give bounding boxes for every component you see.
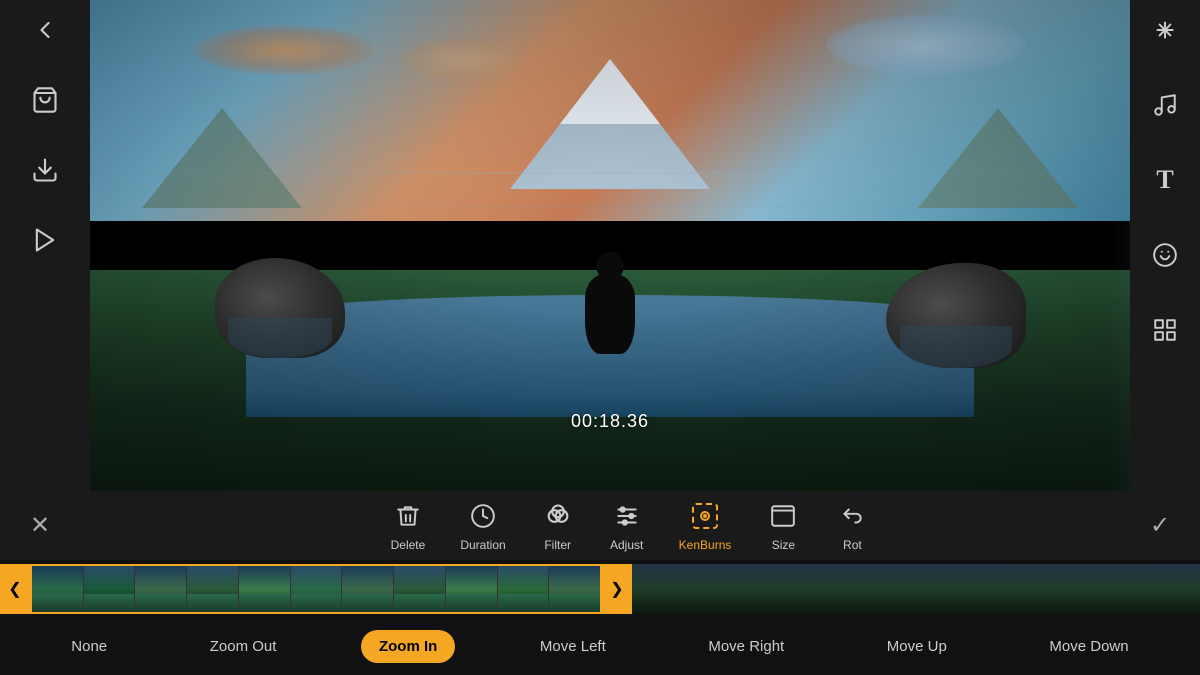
delete-icon <box>391 499 425 533</box>
duration-tool[interactable]: Duration <box>460 499 505 552</box>
main-area: 00:18.36 T <box>0 0 1200 491</box>
timeline-left-arrow[interactable]: ❮ <box>0 564 30 614</box>
kenburns-icon <box>688 499 722 533</box>
timeline-frames <box>30 564 602 614</box>
rot-tool[interactable]: Rot <box>835 499 869 552</box>
move-up-option[interactable]: Move Up <box>869 630 965 663</box>
layout-button[interactable] <box>1145 310 1185 350</box>
timeline-extra <box>632 564 1200 614</box>
text-button[interactable]: T <box>1145 160 1185 200</box>
frame-9 <box>446 566 498 612</box>
timeline-right-arrow[interactable]: ❯ <box>602 564 632 614</box>
frame-3 <box>135 566 187 612</box>
frame-8 <box>394 566 446 612</box>
duration-label: Duration <box>460 538 505 552</box>
magic-button[interactable] <box>1145 10 1185 50</box>
download-button[interactable] <box>25 150 65 190</box>
frame-6 <box>291 566 343 612</box>
frame-2 <box>84 566 136 612</box>
size-label: Size <box>772 538 795 552</box>
video-timestamp: 00:18.36 <box>571 411 649 432</box>
timeline-strip: ❮ ❯ <box>0 560 1200 618</box>
rot-icon <box>835 499 869 533</box>
zoom-in-option[interactable]: Zoom In <box>361 630 455 663</box>
video-preview: 00:18.36 <box>90 0 1130 491</box>
close-button[interactable]: ✕ <box>20 506 60 546</box>
frame-11 <box>549 566 600 612</box>
filter-tool[interactable]: Filter <box>541 499 575 552</box>
toolbar-left: ✕ <box>20 506 60 546</box>
kenburns-tool[interactable]: KenBurns <box>679 499 732 552</box>
delete-tool[interactable]: Delete <box>391 499 426 552</box>
none-option[interactable]: None <box>53 630 125 663</box>
move-down-option[interactable]: Move Down <box>1031 630 1146 663</box>
music-button[interactable] <box>1145 85 1185 125</box>
size-tool[interactable]: Size <box>766 499 800 552</box>
adjust-label: Adjust <box>610 538 643 552</box>
move-right-option[interactable]: Move Right <box>690 630 802 663</box>
filter-icon <box>541 499 575 533</box>
shop-button[interactable] <box>25 80 65 120</box>
play-button[interactable] <box>25 220 65 260</box>
adjust-tool[interactable]: Adjust <box>610 499 644 552</box>
back-button[interactable] <box>25 10 65 50</box>
person-silhouette <box>585 274 635 354</box>
right-sidebar: T <box>1130 0 1200 491</box>
left-sidebar <box>0 0 90 491</box>
kenburns-label: KenBurns <box>679 538 732 552</box>
toolbar-items: Delete Duration <box>391 499 870 552</box>
emoji-button[interactable] <box>1145 235 1185 275</box>
zoom-out-option[interactable]: Zoom Out <box>192 630 295 663</box>
duration-icon <box>466 499 500 533</box>
bottom-panel: ✕ Delete <box>0 491 1200 675</box>
move-left-option[interactable]: Move Left <box>522 630 624 663</box>
check-button[interactable]: ✓ <box>1140 506 1180 546</box>
frame-4 <box>187 566 239 612</box>
rot-label: Rot <box>843 538 862 552</box>
adjust-icon <box>610 499 644 533</box>
options-bar: None Zoom Out Zoom In Move Left Move Rig… <box>0 618 1200 675</box>
frame-7 <box>342 566 394 612</box>
filter-label: Filter <box>544 538 571 552</box>
toolbar: ✕ Delete <box>0 491 1200 560</box>
size-icon <box>766 499 800 533</box>
delete-label: Delete <box>391 538 426 552</box>
frame-1 <box>32 566 84 612</box>
frame-5 <box>239 566 291 612</box>
frame-10 <box>498 566 550 612</box>
